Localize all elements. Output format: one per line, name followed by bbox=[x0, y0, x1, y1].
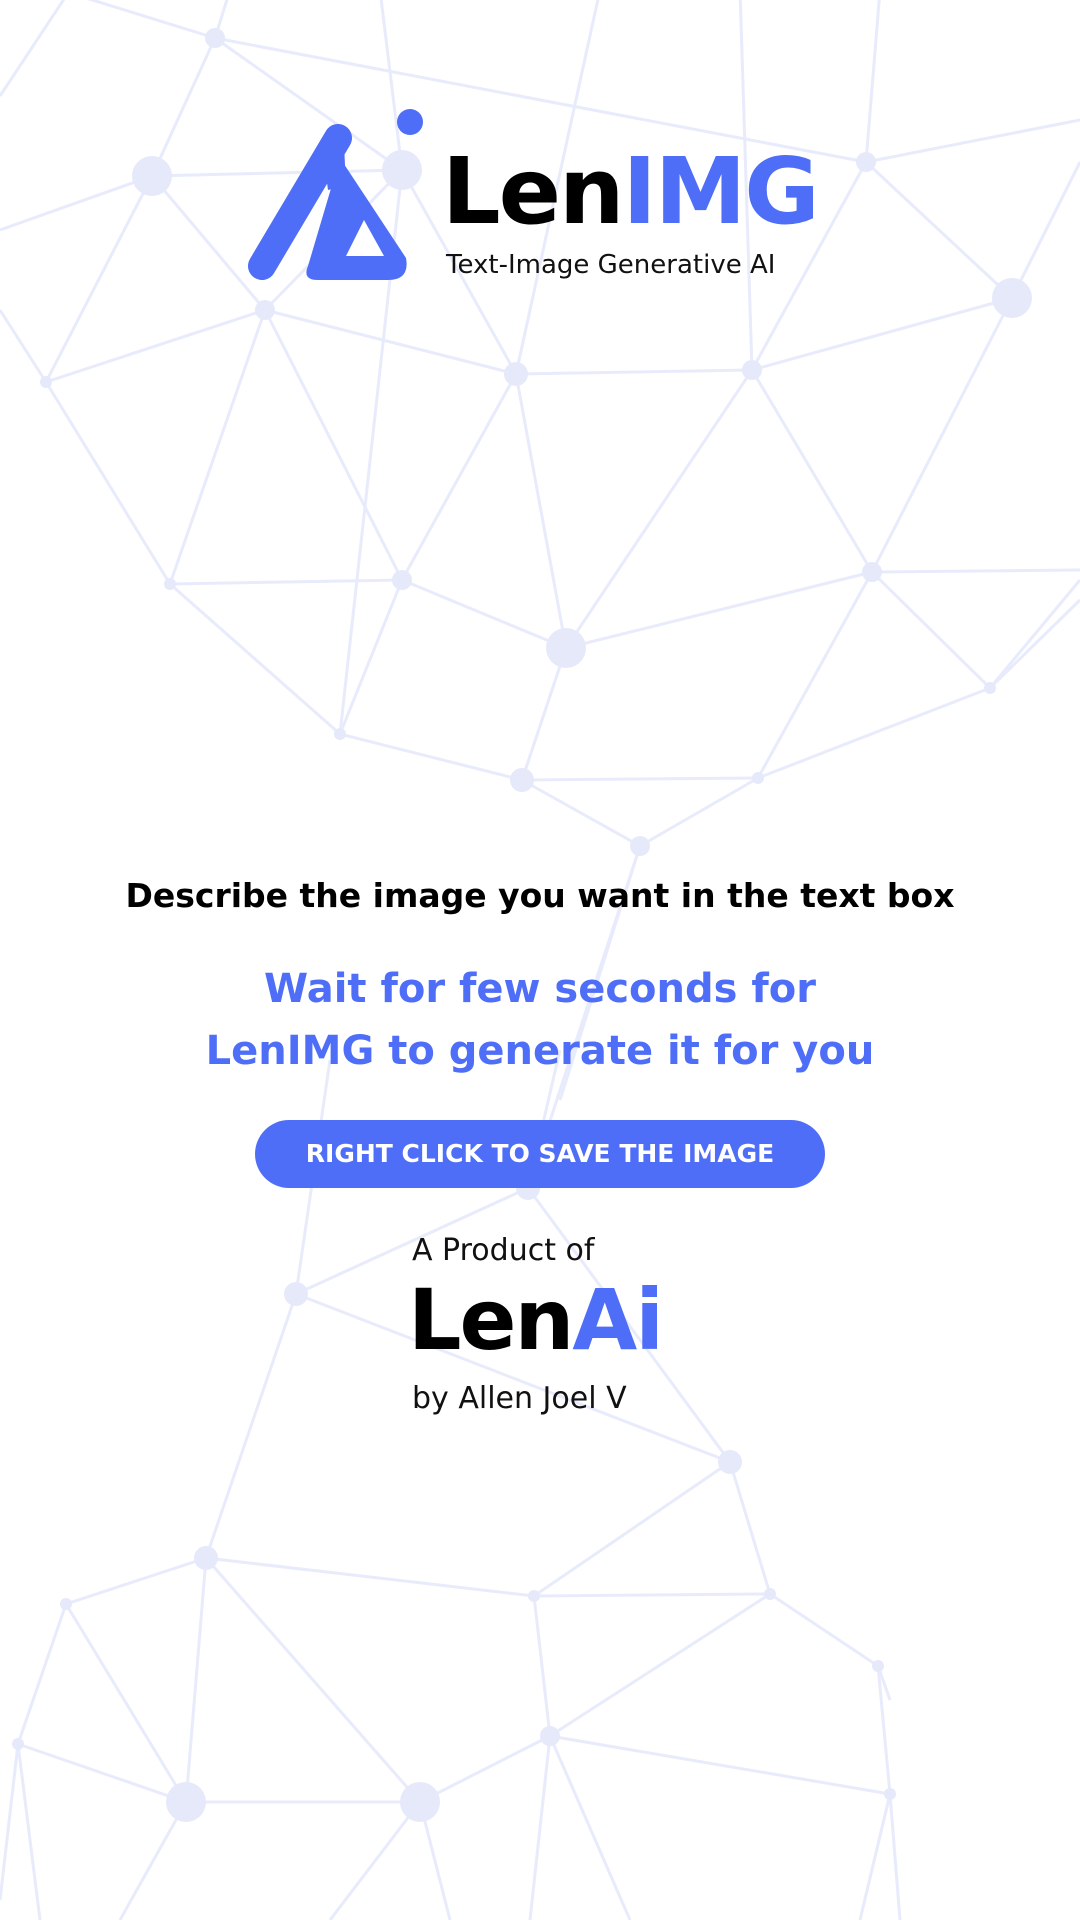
instruction-wait-line-2: LenIMG to generate it for you bbox=[205, 1028, 875, 1074]
instruction-describe: Describe the image you want in the text … bbox=[125, 876, 955, 915]
lenimg-logo-mark-icon bbox=[248, 109, 423, 280]
instruction-wait: Wait for few seconds for LenIMG to gener… bbox=[0, 958, 1080, 1082]
lenai-brand: LenAi bbox=[408, 1278, 664, 1362]
product-of-label: A Product of bbox=[412, 1233, 595, 1268]
instruction-wait-line-1: Wait for few seconds for bbox=[264, 966, 816, 1012]
lenai-brand-part-2: Ai bbox=[572, 1271, 664, 1369]
app-title: LenIMG bbox=[442, 146, 820, 238]
author-credit: by Allen Joel V bbox=[412, 1381, 627, 1416]
page: LenIMG Text-Image Generative AI Describe… bbox=[0, 0, 1080, 1920]
app-title-part-2: IMG bbox=[622, 138, 820, 245]
app-tagline: Text-Image Generative AI bbox=[446, 250, 776, 280]
lenai-brand-part-1: Len bbox=[408, 1271, 574, 1369]
app-title-part-1: Len bbox=[442, 138, 625, 245]
save-image-button[interactable]: RIGHT CLICK TO SAVE THE IMAGE bbox=[255, 1120, 825, 1188]
